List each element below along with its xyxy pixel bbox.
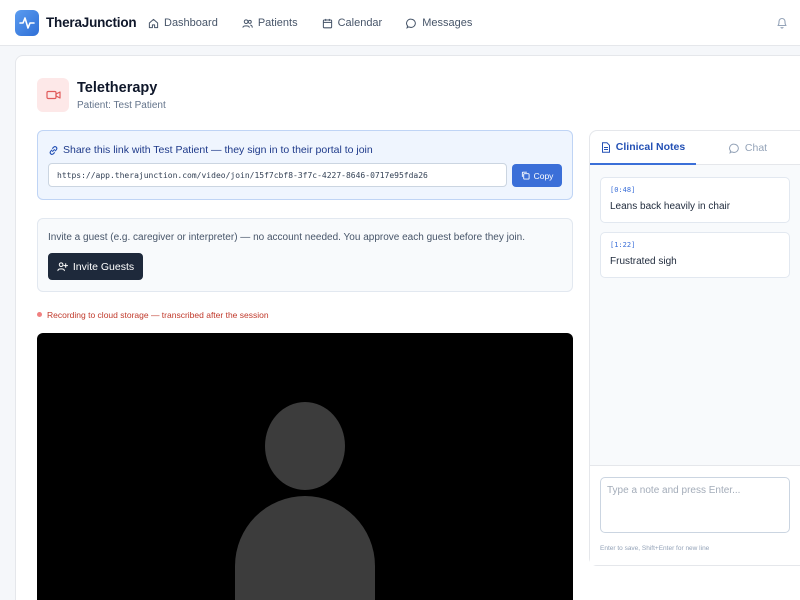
link-icon — [49, 145, 58, 155]
add-user-icon — [57, 262, 68, 272]
chat-icon — [729, 143, 739, 154]
nav-item-patients[interactable]: Patients — [242, 17, 298, 29]
recording-status: Recording to cloud storage — transcribed… — [47, 310, 269, 320]
users-icon — [242, 18, 253, 28]
note-card[interactable]: [1:22] Frustrated sigh — [600, 232, 790, 278]
invite-guests-button[interactable]: Invite Guests — [48, 253, 143, 280]
share-instructions-text: Share this link with Test Patient — they… — [63, 144, 373, 156]
recording-indicator-dot — [37, 312, 42, 317]
bell-icon[interactable] — [776, 16, 788, 29]
nav-item-label: Patients — [257, 17, 298, 29]
video-camera-icon — [45, 90, 61, 100]
nav-item-dashboard[interactable]: Dashboard — [148, 17, 218, 29]
home-icon — [148, 18, 159, 28]
nav-item-label: Messages — [422, 17, 473, 29]
note-card[interactable]: [0:48] Leans back heavily in chair — [600, 177, 790, 223]
tab-label: Clinical Notes — [615, 141, 686, 153]
calendar-icon — [322, 18, 332, 28]
page-icon-badge — [37, 78, 69, 112]
join-link-field[interactable] — [48, 163, 507, 187]
note-text: Leans back heavily in chair — [610, 201, 731, 212]
note-text: Frustrated sigh — [610, 256, 677, 267]
note-timestamp: [0:48] — [610, 186, 636, 194]
page-title: Teletherapy — [77, 80, 158, 96]
nav-item-messages[interactable]: Messages — [406, 17, 472, 29]
copy-link-button[interactable]: Copy — [512, 164, 562, 187]
document-icon — [601, 141, 610, 153]
share-instructions: Share this link with Test Patient — they… — [48, 144, 373, 156]
tab-label: Chat — [744, 142, 768, 154]
video-feed[interactable] — [37, 333, 573, 600]
invite-guests-label: Invite Guests — [72, 260, 135, 273]
main-nav: Dashboard Patients Calendar Messages — [148, 0, 496, 46]
avatar-placeholder-head — [265, 402, 345, 490]
app-name[interactable]: TheraJunction — [46, 15, 137, 30]
guest-invite-text: Invite a guest (e.g. caregiver or interp… — [48, 232, 525, 243]
pulse-icon — [19, 17, 35, 29]
app-logo[interactable] — [15, 10, 39, 36]
tab-clinical-notes[interactable]: Clinical Notes — [590, 131, 696, 165]
nav-item-label: Calendar — [337, 17, 383, 29]
tab-chat[interactable]: Chat — [696, 131, 800, 165]
message-icon — [406, 18, 417, 29]
note-timestamp: [1:22] — [610, 241, 636, 249]
note-input[interactable] — [600, 477, 790, 533]
copy-icon — [521, 171, 530, 180]
note-input-hint: Enter to save, Shift+Enter for new line — [600, 545, 710, 552]
avatar-placeholder-body — [235, 496, 375, 600]
page-subtitle: Patient: Test Patient — [77, 100, 166, 111]
nav-item-calendar[interactable]: Calendar — [322, 17, 383, 29]
copy-button-label: Copy — [533, 170, 554, 181]
nav-item-label: Dashboard — [164, 17, 218, 29]
